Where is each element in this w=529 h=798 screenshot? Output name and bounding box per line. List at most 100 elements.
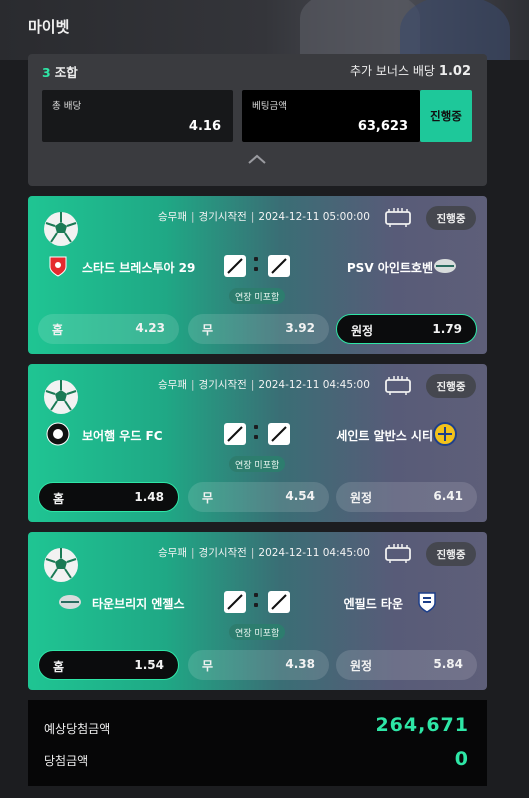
away-score (268, 423, 290, 445)
odd-value: 3.92 (285, 321, 315, 335)
match-meta: 승무패 | 경기시작전 | 2024-12-11 04:45:00 (158, 379, 370, 391)
odd-label: 원정 (350, 659, 373, 673)
home-score (224, 591, 246, 613)
odd-value: 5.84 (433, 657, 463, 671)
odd-value: 6.41 (433, 489, 463, 503)
market-label: 승무패 (158, 547, 187, 559)
odd-away-button[interactable]: 원정 6.41 (336, 482, 477, 512)
match-card: 승무패 | 경기시작전 | 2024-12-11 04:45:00 진행중 보어햄 우드… (28, 364, 487, 522)
odd-label: 무 (202, 323, 214, 337)
home-team-name: 타운브리지 엔젤스 (92, 597, 185, 611)
won-amount-label: 당첨금액 (44, 754, 89, 768)
soccer-ball-icon (44, 548, 78, 582)
team-logo-icon (433, 422, 457, 446)
bet-amount-value: 63,623 (357, 119, 408, 134)
odd-value: 1.54 (134, 658, 164, 672)
odds-row: 홈 1.54 무 4.38 원정 5.84 (38, 650, 479, 680)
combo-count-label: 조합 (54, 65, 78, 80)
bonus-odds-value: 1.02 (438, 64, 471, 79)
odd-label: 원정 (351, 324, 374, 338)
away-team-name: 엔필드 타운 (343, 597, 403, 611)
odd-label: 무 (202, 659, 214, 673)
odd-value: 1.48 (134, 490, 164, 504)
combo-count: 3 조합 (42, 62, 78, 81)
total-odds-value: 4.16 (188, 119, 221, 134)
bonus-odds: 추가 보너스 배당 1.02 (350, 62, 471, 79)
team-logo-icon (418, 592, 436, 613)
score-separator (254, 425, 258, 441)
bet-amount-box: 베팅금액 63,623 (242, 90, 420, 142)
match-state: 경기시작전 (198, 547, 247, 559)
team-logo-icon (434, 259, 456, 273)
status-badge: 진행중 (426, 206, 476, 230)
page-title: 마이벳 (28, 18, 70, 36)
odd-label: 홈 (53, 660, 65, 674)
match-card: 승무패 | 경기시작전 | 2024-12-11 04:45:00 진행중 타운브리지 … (28, 532, 487, 690)
winnings-summary: 예상당첨금액 264,671 당첨금액 0 (28, 700, 487, 786)
status-badge: 진행중 (426, 374, 476, 398)
odd-value: 4.54 (285, 489, 315, 503)
won-amount-value: 0 (454, 748, 469, 770)
odd-value: 4.38 (285, 657, 315, 671)
score-separator (254, 257, 258, 273)
overtime-badge: 연장 미포함 (229, 288, 286, 304)
odd-label: 홈 (52, 323, 64, 337)
match-meta: 승무패 | 경기시작전 | 2024-12-11 05:00:00 (158, 211, 370, 223)
away-score (268, 591, 290, 613)
match-state: 경기시작전 (198, 211, 247, 223)
away-team-name: PSV 아인트호벤 (346, 261, 433, 275)
odds-row: 홈 4.23 무 3.92 원정 1.79 (38, 314, 479, 344)
home-team-name: 보어햄 우드 FC (82, 429, 163, 443)
odd-home-button[interactable]: 홈 1.48 (38, 482, 179, 512)
odd-draw-button[interactable]: 무 3.92 (188, 314, 329, 344)
combo-count-number: 3 (42, 65, 51, 80)
odd-label: 원정 (350, 491, 373, 505)
expected-winnings-value: 264,671 (375, 714, 469, 736)
overtime-badge: 연장 미포함 (229, 624, 286, 640)
odd-home-button[interactable]: 홈 4.23 (38, 314, 179, 344)
home-team-name: 스타드 브레스투아 29 (82, 261, 196, 275)
player-silhouette (400, 0, 510, 60)
teams-row: 보어햄 우드 FC 세인트 알반스 시티 (28, 420, 487, 450)
team-logo-icon (46, 422, 70, 446)
team-logo-icon (59, 595, 81, 609)
home-score (224, 255, 246, 277)
match-datetime: 2024-12-11 04:45:00 (258, 379, 370, 391)
odd-home-button[interactable]: 홈 1.54 (38, 650, 179, 680)
odd-draw-button[interactable]: 무 4.38 (188, 650, 329, 680)
odds-row: 홈 1.48 무 4.54 원정 6.41 (38, 482, 479, 512)
total-odds-label: 총 배당 (52, 101, 82, 112)
home-score (224, 423, 246, 445)
bet-amount-label: 베팅금액 (252, 101, 287, 112)
stadium-icon (385, 544, 411, 563)
odd-away-button[interactable]: 원정 1.79 (336, 314, 477, 344)
match-meta: 승무패 | 경기시작전 | 2024-12-11 04:45:00 (158, 547, 370, 559)
status-badge: 진행중 (426, 542, 476, 566)
chevron-up-icon[interactable] (246, 152, 268, 166)
total-odds-box: 총 배당 4.16 (42, 90, 233, 142)
odd-away-button[interactable]: 원정 5.84 (336, 650, 477, 680)
match-datetime: 2024-12-11 04:45:00 (258, 547, 370, 559)
soccer-ball-icon (44, 212, 78, 246)
odd-label: 홈 (53, 492, 65, 506)
away-score (268, 255, 290, 277)
stadium-icon (385, 208, 411, 227)
match-state: 경기시작전 (198, 379, 247, 391)
stadium-icon (385, 376, 411, 395)
bonus-odds-label: 추가 보너스 배당 (350, 64, 435, 78)
odd-draw-button[interactable]: 무 4.54 (188, 482, 329, 512)
teams-row: 스타드 브레스투아 29 PSV 아인트호벤 (28, 252, 487, 282)
score-separator (254, 593, 258, 609)
team-logo-icon (49, 256, 67, 277)
soccer-ball-icon (44, 380, 78, 414)
odd-value: 4.23 (135, 321, 165, 335)
match-datetime: 2024-12-11 05:00:00 (258, 211, 370, 223)
expected-winnings-label: 예상당첨금액 (44, 722, 111, 736)
market-label: 승무패 (158, 379, 187, 391)
combo-summary: 3 조합 추가 보너스 배당 1.02 총 배당 4.16 베팅금액 63,623 … (28, 54, 487, 186)
odd-value: 1.79 (432, 322, 462, 336)
hero-banner (0, 0, 529, 60)
market-label: 승무패 (158, 211, 187, 223)
progress-status-button[interactable]: 진행중 (420, 90, 472, 142)
teams-row: 타운브리지 엔젤스 엔필드 타운 (28, 588, 487, 618)
